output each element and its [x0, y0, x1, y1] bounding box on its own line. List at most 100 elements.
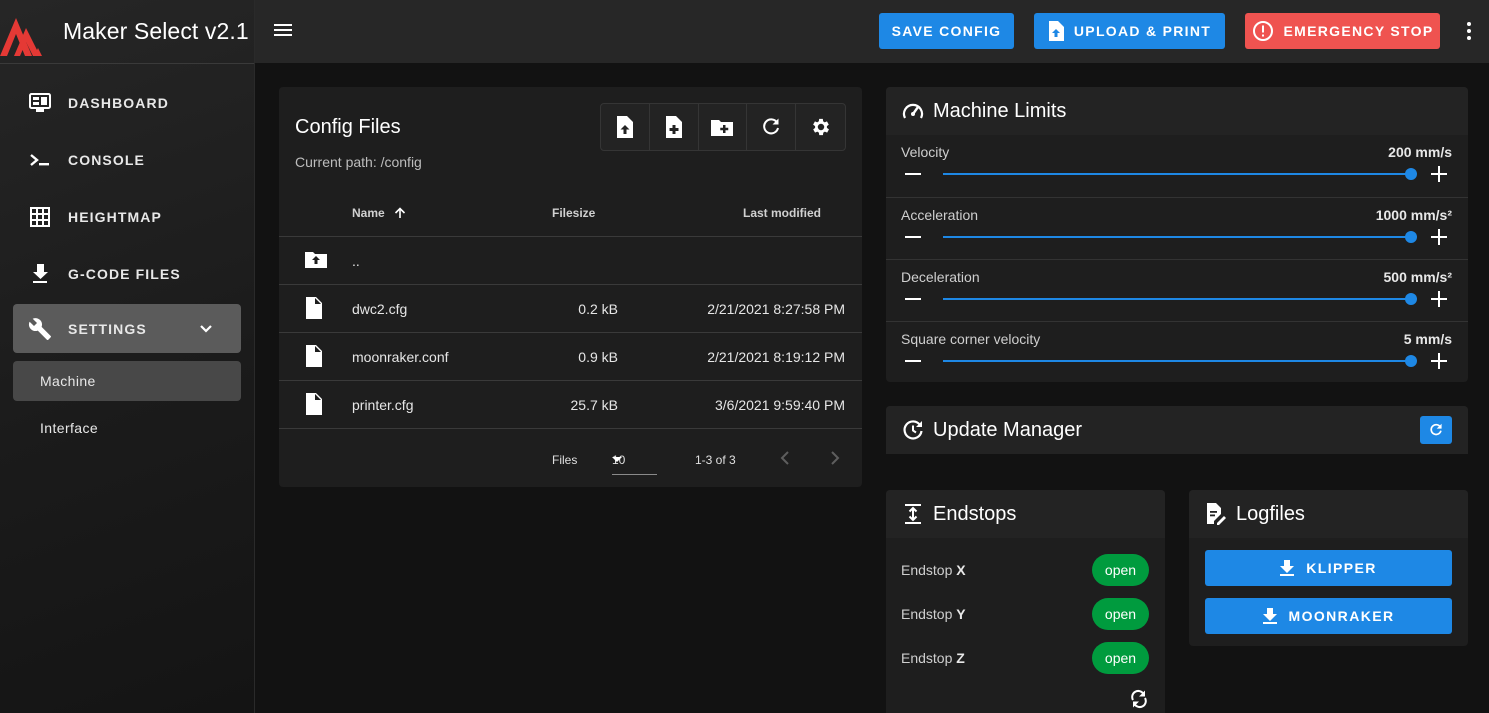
sidebar-item-gcode-files[interactable]: G-CODE FILES — [0, 245, 254, 302]
new-folder-button[interactable] — [699, 104, 748, 150]
chevron-right-icon[interactable] — [829, 450, 841, 466]
klipper-label: KLIPPER — [1306, 560, 1377, 576]
slider-thumb[interactable] — [1405, 293, 1417, 305]
file-plus-icon — [665, 116, 683, 138]
table-footer: Files 10 1-3 of 3 — [279, 433, 862, 487]
config-files-toolbar — [600, 103, 846, 151]
table-row[interactable]: printer.cfg 25.7 kB 3/6/2021 9:59:40 PM — [279, 381, 862, 429]
sidebar-item-console[interactable]: CONSOLE — [0, 131, 254, 188]
endstop-status-badge: open — [1092, 598, 1149, 630]
limit-row-square-corner-velocity: Square corner velocity 5 mm/s — [886, 321, 1468, 383]
file-size: 0.2 kB — [578, 301, 618, 317]
limit-row-acceleration: Acceleration 1000 mm/s² — [886, 197, 1468, 259]
sidebar-item-settings[interactable]: SETTINGS — [13, 304, 241, 353]
column-header-filesize[interactable]: Filesize — [552, 206, 595, 220]
upload-print-label: UPLOAD & PRINT — [1073, 23, 1212, 39]
sidebar-subitem-machine[interactable]: Machine — [13, 361, 241, 401]
emergency-stop-button[interactable]: EMERGENCY STOP — [1245, 13, 1440, 49]
plus-icon[interactable] — [1431, 291, 1447, 307]
limit-row-velocity: Velocity 200 mm/s — [886, 135, 1468, 197]
pagination-range: 1-3 of 3 — [695, 453, 736, 467]
upload-file-button[interactable] — [601, 104, 650, 150]
file-name: .. — [352, 253, 360, 269]
file-document-edit-icon — [1204, 502, 1228, 526]
files-per-page-select[interactable]: 10 — [612, 445, 657, 475]
moonraker-label: MOONRAKER — [1288, 608, 1395, 624]
slider-thumb[interactable] — [1405, 168, 1417, 180]
sidebar-item-dashboard[interactable]: DASHBOARD — [0, 74, 254, 131]
minus-icon[interactable] — [905, 298, 921, 300]
slider-thumb[interactable] — [1405, 355, 1417, 367]
endstop-label: Endstop Y — [901, 606, 966, 622]
endstop-label-text: Endstop — [901, 606, 953, 622]
file-icon — [305, 345, 323, 367]
slider-track[interactable] — [943, 298, 1411, 300]
plus-icon[interactable] — [1431, 166, 1447, 182]
column-header-last-modified[interactable]: Last modified — [743, 206, 821, 220]
refresh-icon — [1429, 423, 1443, 437]
table-row[interactable]: dwc2.cfg 0.2 kB 2/21/2021 8:27:58 PM — [279, 285, 862, 333]
folder-upload-icon — [305, 249, 327, 271]
plus-icon[interactable] — [1431, 353, 1447, 369]
app-title: Maker Select v2.1 — [63, 18, 249, 44]
sidebar-item-label: HEIGHTMAP — [68, 208, 162, 225]
plus-icon[interactable] — [1431, 229, 1447, 245]
column-header-name[interactable]: Name — [352, 206, 406, 220]
new-file-button[interactable] — [650, 104, 699, 150]
slider-track[interactable] — [943, 236, 1411, 238]
endstops-title: Endstops — [933, 502, 1017, 525]
table-row[interactable]: .. — [279, 237, 862, 285]
file-upload-icon — [616, 116, 634, 138]
table-header: Name Filesize Last modified — [279, 189, 862, 237]
endstops-card: Endstops Endstop X open Endstop Y open E… — [886, 490, 1165, 713]
sync-icon[interactable] — [1129, 689, 1149, 709]
download-icon — [1262, 608, 1277, 624]
chevron-down-icon — [199, 324, 213, 334]
update-manager-card: Update Manager — [886, 406, 1468, 454]
file-name: printer.cfg — [352, 397, 414, 413]
minus-icon[interactable] — [905, 236, 921, 238]
machine-limits-header: Machine Limits — [886, 87, 1468, 135]
file-name: moonraker.conf — [352, 349, 449, 365]
settings-button[interactable] — [796, 104, 845, 150]
folder-plus-icon — [711, 118, 734, 136]
endstop-label: Endstop Z — [901, 650, 965, 666]
sidebar-subitem-interface[interactable]: Interface — [13, 408, 241, 448]
file-upload-icon — [1048, 21, 1064, 41]
table-row[interactable]: moonraker.conf 0.9 kB 2/21/2021 8:19:12 … — [279, 333, 862, 381]
file-icon — [305, 297, 323, 319]
endstop-label-text: Endstop — [901, 562, 953, 578]
slider-track[interactable] — [943, 360, 1411, 362]
machine-limits-card: Machine Limits Velocity 200 mm/s Acceler… — [886, 87, 1468, 382]
endstop-label-text: Endstop — [901, 650, 953, 666]
upload-print-button[interactable]: UPLOAD & PRINT — [1034, 13, 1225, 49]
endstop-label: Endstop X — [901, 562, 966, 578]
hamburger-menu-icon[interactable] — [273, 20, 293, 40]
logo-icon — [0, 17, 42, 56]
minus-icon[interactable] — [905, 173, 921, 175]
update-refresh-button[interactable] — [1420, 416, 1452, 444]
minus-icon[interactable] — [905, 360, 921, 362]
limit-label: Deceleration — [901, 269, 980, 285]
save-config-button[interactable]: SAVE CONFIG — [879, 13, 1014, 49]
sidebar-item-label: DASHBOARD — [68, 94, 169, 111]
slider-thumb[interactable] — [1405, 231, 1417, 243]
files-per-page-label: Files — [552, 453, 578, 467]
endstop-axis: Z — [956, 650, 965, 666]
more-vert-icon[interactable] — [1466, 21, 1472, 41]
chevron-left-icon[interactable] — [779, 450, 791, 466]
endstop-status-badge: open — [1092, 642, 1149, 674]
endstop-row-y: Endstop Y open — [901, 592, 1149, 636]
logfiles-title: Logfiles — [1236, 502, 1305, 525]
save-config-label: SAVE CONFIG — [891, 23, 1002, 39]
slider-track[interactable] — [943, 173, 1411, 175]
endstop-row-z: Endstop Z open — [901, 636, 1149, 680]
refresh-button[interactable] — [747, 104, 797, 150]
sidebar-item-heightmap[interactable]: HEIGHTMAP — [0, 188, 254, 245]
file-modified: 2/21/2021 8:27:58 PM — [707, 301, 845, 317]
download-klipper-log-button[interactable]: KLIPPER — [1205, 550, 1452, 586]
download-moonraker-log-button[interactable]: MOONRAKER — [1205, 598, 1452, 634]
limit-value: 200 mm/s — [1388, 144, 1452, 160]
file-size: 25.7 kB — [570, 397, 618, 413]
top-app-bar: SAVE CONFIG UPLOAD & PRINT EMERGENCY STO… — [255, 0, 1489, 63]
